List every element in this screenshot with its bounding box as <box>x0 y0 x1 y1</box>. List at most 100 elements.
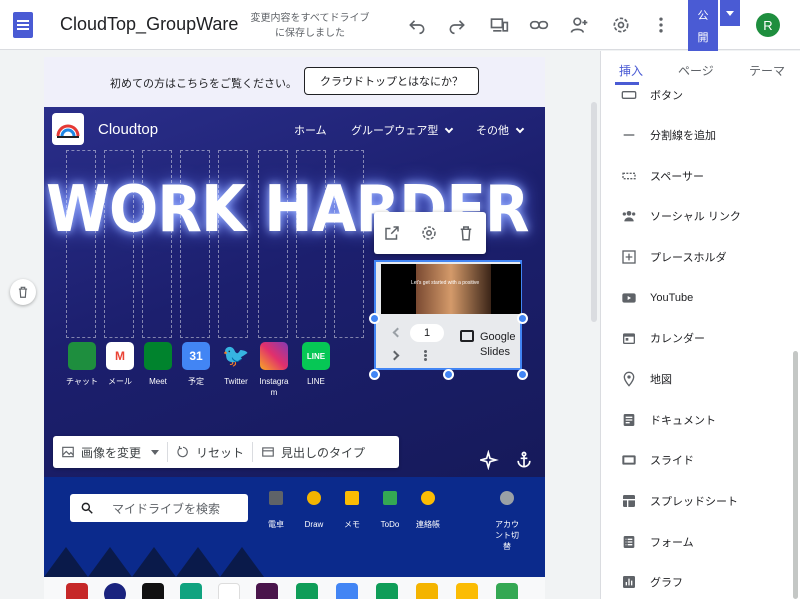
calculator-link[interactable]: 電卓 <box>262 491 290 530</box>
drive-icon[interactable] <box>496 583 518 599</box>
change-image-button[interactable]: 画像を変更 <box>53 436 167 468</box>
app-twitter[interactable]: 🐦 Twitter <box>220 342 252 387</box>
site-name[interactable]: Cloudtop <box>98 121 158 138</box>
publish-dropdown-button[interactable] <box>720 0 740 26</box>
next-slide-icon[interactable] <box>389 350 400 361</box>
app-mail[interactable]: M メール <box>104 342 136 387</box>
app-dock-section[interactable] <box>44 577 545 599</box>
dock-app-icon[interactable] <box>104 583 126 599</box>
insert-spacer-item[interactable]: スペーサー <box>601 156 800 196</box>
insert-button-item[interactable]: ボタン <box>601 75 800 115</box>
slack-icon[interactable] <box>256 583 278 599</box>
app-meet[interactable]: Meet <box>142 342 174 387</box>
redo-icon[interactable] <box>444 12 470 38</box>
reset-icon <box>177 446 188 458</box>
search-icon <box>81 502 93 514</box>
pattern-shape <box>176 547 220 577</box>
layout-grid-cell <box>180 150 210 338</box>
layout-grid-cell <box>296 150 326 338</box>
placeholder-icon <box>621 249 637 265</box>
insert-slides-item[interactable]: スライド <box>601 440 800 480</box>
account-switch-link[interactable]: アカウント切替 <box>492 491 522 552</box>
pattern-shape <box>220 547 264 577</box>
publish-button[interactable]: 公 開 <box>688 0 718 52</box>
memo-link[interactable]: メモ <box>338 491 366 530</box>
classroom-icon[interactable] <box>296 583 318 599</box>
site-title[interactable]: CloudTop_GroupWare <box>60 14 238 35</box>
palette-icon <box>307 491 321 505</box>
chatgpt-icon[interactable] <box>180 583 202 599</box>
resize-handle[interactable] <box>369 313 380 324</box>
drive-search-input[interactable]: マイドライブを検索 <box>70 494 248 522</box>
amazon-icon[interactable] <box>218 583 240 599</box>
gmail-icon: M <box>106 342 134 370</box>
app-calendar[interactable]: 31 予定 <box>180 342 212 387</box>
app-instagram[interactable]: Instagram <box>258 342 290 398</box>
insert-chart-item[interactable]: グラフ <box>601 562 800 599</box>
insert-sheets-item[interactable]: スプレッドシート <box>601 481 800 521</box>
forms-icon <box>621 534 637 550</box>
more-vert-icon[interactable] <box>648 12 674 38</box>
anchor-icon[interactable] <box>514 450 534 470</box>
resize-handle[interactable] <box>517 313 528 324</box>
heading-type-button[interactable]: 見出しのタイプ <box>253 436 373 468</box>
embed-toolbar <box>374 212 486 254</box>
avatar[interactable]: R <box>756 13 780 37</box>
nav-groupware[interactable]: グループウェア型 <box>351 122 454 138</box>
share-add-person-icon[interactable] <box>566 12 592 38</box>
open-in-new-icon[interactable] <box>382 223 402 243</box>
app-chat[interactable]: チャット <box>66 342 98 387</box>
memo-icon <box>345 491 359 505</box>
insert-divider-item[interactable]: 分割線を追加 <box>601 115 800 155</box>
editor-canvas: 初めての方はこちらをご覧ください。 クラウドトップとはなにか？ Cloudtop… <box>0 51 600 599</box>
draw-link[interactable]: Draw <box>300 491 328 530</box>
delete-section-button[interactable] <box>10 279 36 305</box>
undo-icon[interactable] <box>404 12 430 38</box>
drive-section[interactable]: マイドライブを検索 電卓 Draw メモ ToDo 連絡帳 アカウント切替 <box>44 477 545 577</box>
insert-docs-item[interactable]: ドキュメント <box>601 400 800 440</box>
site-page: 初めての方はこちらをご覧ください。 クラウドトップとはなにか？ Cloudtop… <box>44 57 545 599</box>
insert-social-links-item[interactable]: ソーシャル リンク <box>601 196 800 236</box>
sites-logo-icon[interactable] <box>13 12 33 38</box>
insert-forms-item[interactable]: フォーム <box>601 522 800 562</box>
app-line[interactable]: LINE LINE <box>300 342 332 387</box>
link-icon[interactable] <box>526 12 552 38</box>
cloudtop-logo-icon[interactable] <box>52 113 84 145</box>
embed-delete-trash-icon[interactable] <box>456 223 476 243</box>
prev-slide-icon[interactable] <box>392 327 403 338</box>
netflix-icon[interactable] <box>142 583 164 599</box>
slide-controls: 1 <box>380 320 450 366</box>
reset-button[interactable]: リセット <box>168 436 252 468</box>
contacts-link[interactable]: 連絡帳 <box>414 491 442 530</box>
settings-gear-icon[interactable] <box>608 12 634 38</box>
what-is-cloudtop-button[interactable]: クラウドトップとはなにか？ <box>304 67 479 95</box>
divider-icon <box>621 127 637 143</box>
canvas-scrollbar[interactable] <box>591 102 597 322</box>
insert-placeholder-item[interactable]: プレースホルダ <box>601 237 800 277</box>
header-image-toolbar: 画像を変更 リセット 見出しのタイプ <box>53 436 399 468</box>
todo-link[interactable]: ToDo <box>376 491 404 530</box>
slides-source-label: Google Slides <box>480 331 516 358</box>
slide-page-number[interactable]: 1 <box>410 324 444 342</box>
google-slides-embed[interactable]: Let's get started with a positive 1 Goog… <box>374 260 522 370</box>
embed-settings-gear-icon[interactable] <box>419 223 439 243</box>
resize-handle[interactable] <box>369 369 380 380</box>
nav-home[interactable]: ホーム <box>294 122 327 138</box>
insert-map-item[interactable]: 地図 <box>601 359 800 399</box>
insert-youtube-item[interactable]: YouTube <box>601 278 800 318</box>
docs-icon[interactable] <box>336 583 358 599</box>
insert-calendar-item[interactable]: カレンダー <box>601 318 800 358</box>
save-status: 変更内容をすべてドライブに保存しました <box>250 13 370 39</box>
keep-icon[interactable] <box>456 583 478 599</box>
slides-icon[interactable] <box>416 583 438 599</box>
sparkle-icon[interactable] <box>477 449 500 471</box>
resize-handle[interactable] <box>517 369 528 380</box>
panel-scrollbar[interactable] <box>793 351 798 599</box>
preview-devices-icon[interactable] <box>486 12 512 38</box>
nav-other[interactable]: その他 <box>476 122 525 138</box>
slide-more-icon[interactable] <box>424 350 427 353</box>
sheets-icon[interactable] <box>376 583 398 599</box>
resize-handle[interactable] <box>443 369 454 380</box>
dock-app-icon[interactable] <box>66 583 88 599</box>
hero-section[interactable]: Cloudtop ホーム グループウェア型 その他 WORK HARDER チャ… <box>44 107 545 477</box>
